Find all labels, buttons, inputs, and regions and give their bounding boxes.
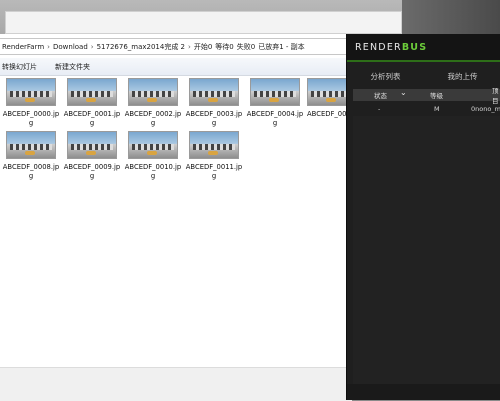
file-explorer-window: RenderFarm › Download › 5172676_max2014完… bbox=[0, 34, 352, 401]
chevron-down-icon[interactable]: ⌄ bbox=[400, 88, 407, 97]
status-abandoned: 已放弃1 - 副本 bbox=[258, 42, 305, 51]
file-item[interactable]: ABCEDF_0008.jpg bbox=[2, 131, 60, 181]
logo-render-text: RENDER bbox=[355, 42, 402, 53]
status-waiting: 等待0 bbox=[215, 42, 234, 51]
row-status: - bbox=[378, 105, 381, 113]
image-thumbnail bbox=[6, 131, 56, 159]
file-name: ABCEDF_0001.jpg bbox=[63, 110, 121, 127]
file-name: ABCEDF_0005.jpg bbox=[307, 110, 351, 118]
file-item[interactable]: ABCEDF_0005.jpg bbox=[307, 78, 351, 119]
address-segment-folder[interactable]: 5172676_max2014完成 2 bbox=[97, 42, 185, 52]
file-name: ABCEDF_0000.jpg bbox=[2, 110, 60, 127]
image-thumbnail bbox=[67, 78, 117, 106]
file-item[interactable]: ABCEDF_0011.jpg bbox=[185, 131, 243, 181]
renderbus-header: RENDERBUS bbox=[347, 34, 500, 60]
new-folder-button[interactable]: 新建文件夹 bbox=[55, 62, 90, 72]
row-level: M bbox=[434, 105, 440, 113]
task-table-header: 状态 ⌄ 等级 顶目 bbox=[353, 87, 500, 105]
address-segment-download[interactable]: Download bbox=[53, 43, 88, 51]
file-name: ABCEDF_0011.jpg bbox=[185, 163, 243, 180]
tab-my-uploads[interactable]: 我的上传 bbox=[424, 62, 500, 90]
file-name: ABCEDF_0010.jpg bbox=[124, 163, 182, 180]
tab-analysis-list[interactable]: 分析列表 bbox=[347, 62, 424, 90]
slideshow-button[interactable]: 转换幻灯片 bbox=[2, 62, 37, 72]
image-thumbnail bbox=[6, 78, 56, 106]
renderbus-tabs: 分析列表 我的上传 bbox=[347, 62, 500, 90]
file-item[interactable]: ABCEDF_0002.jpg bbox=[124, 78, 182, 128]
image-thumbnail bbox=[189, 78, 239, 106]
file-name: ABCEDF_0004.jpg bbox=[246, 110, 304, 127]
explorer-toolbar: 转换幻灯片 新建文件夹 bbox=[0, 58, 352, 76]
image-thumbnail bbox=[250, 78, 300, 106]
column-header-level[interactable]: 等级 bbox=[430, 90, 443, 100]
task-table-row[interactable]: - M 0nono_m bbox=[353, 103, 500, 115]
image-thumbnail bbox=[189, 131, 239, 159]
chevron-right-icon: › bbox=[188, 42, 191, 51]
background-window-dark-region bbox=[402, 0, 500, 34]
chevron-right-icon: › bbox=[90, 42, 94, 51]
renderbus-panel: RENDERBUS 分析列表 我的上传 状态 ⌄ 等级 顶目 - M 0nono… bbox=[346, 34, 500, 400]
file-name: ABCEDF_0002.jpg bbox=[124, 110, 182, 127]
logo-bus-text: BUS bbox=[401, 42, 428, 53]
row-project: 0nono_m bbox=[471, 105, 500, 113]
background-window-strip bbox=[0, 0, 500, 34]
address-bar[interactable]: RenderFarm › Download › 5172676_max2014完… bbox=[0, 38, 352, 55]
status-start: 开始0 bbox=[193, 42, 213, 51]
image-thumbnail bbox=[128, 78, 178, 106]
image-thumbnail bbox=[128, 131, 178, 159]
file-item[interactable]: ABCEDF_0009.jpg bbox=[63, 131, 121, 181]
file-item[interactable]: ABCEDF_0001.jpg bbox=[63, 78, 121, 128]
explorer-status-area bbox=[0, 367, 352, 401]
task-list-area bbox=[353, 116, 500, 386]
address-segment-renderfarm[interactable]: RenderFarm bbox=[2, 43, 44, 51]
column-header-status[interactable]: 状态 bbox=[374, 90, 387, 100]
chevron-right-icon: › bbox=[47, 42, 50, 51]
image-thumbnail bbox=[67, 131, 117, 159]
file-name: ABCEDF_0003.jpg bbox=[185, 110, 243, 127]
background-window-bar bbox=[5, 11, 402, 34]
file-name: ABCEDF_0008.jpg bbox=[2, 163, 60, 180]
file-item[interactable]: ABCEDF_0000.jpg bbox=[2, 78, 60, 128]
file-item[interactable]: ABCEDF_0004.jpg bbox=[246, 78, 304, 128]
renderbus-logo: RENDERBUS bbox=[355, 42, 427, 53]
status-failed: 失败0 bbox=[236, 42, 256, 51]
renderbus-footer bbox=[347, 384, 500, 400]
file-name: ABCEDF_0009.jpg bbox=[63, 163, 121, 180]
file-item[interactable]: ABCEDF_0003.jpg bbox=[185, 78, 243, 128]
column-header-project[interactable]: 顶目 bbox=[492, 85, 500, 105]
image-thumbnail bbox=[307, 78, 351, 106]
file-item[interactable]: ABCEDF_0010.jpg bbox=[124, 131, 182, 181]
